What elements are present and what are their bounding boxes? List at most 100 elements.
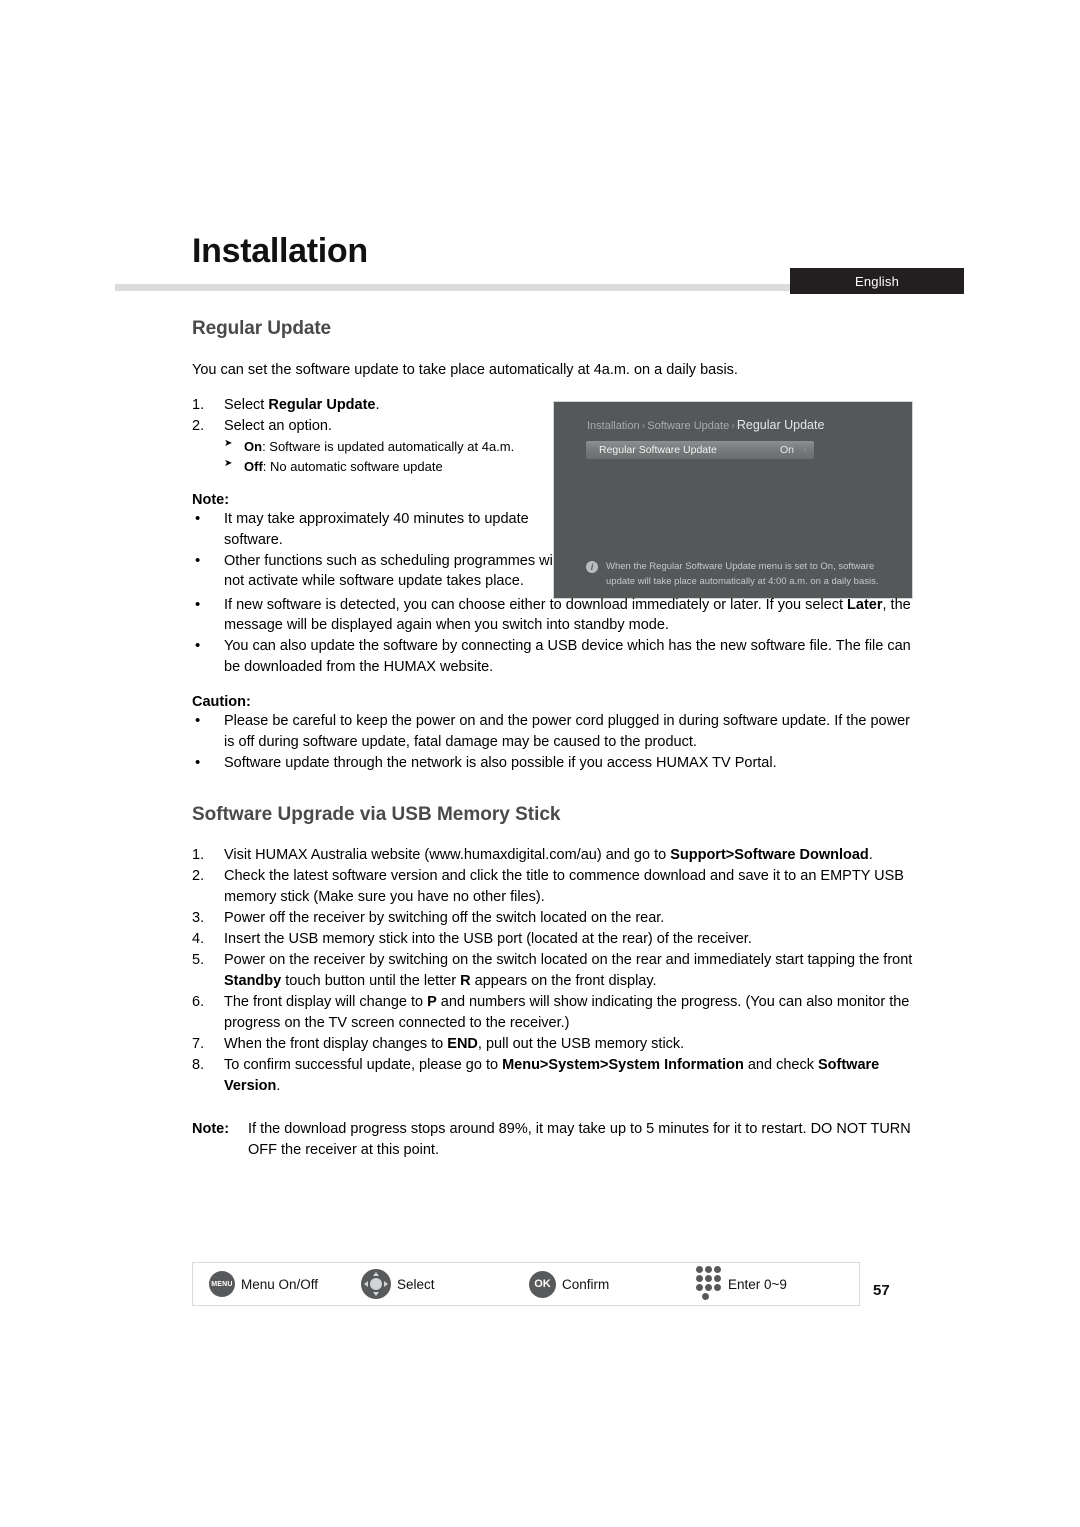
sub-option-text: : Software is updated automatically at 4… <box>262 439 515 455</box>
step-part1: Power off the receiver by switching off … <box>224 909 665 926</box>
legend-label-enter-digits: Enter 0~9 <box>728 1276 787 1292</box>
list-item: ➤ On: Software is updated automatically a… <box>224 437 542 456</box>
arrow-up-icon <box>372 1272 379 1276</box>
list-item: 8. To confirm successful update, please g… <box>192 1055 916 1097</box>
note-block: Note: • It may take approximately 40 minu… <box>192 491 559 593</box>
step-bold1: Menu>System>System Information <box>502 1056 744 1073</box>
remote-key-legend-bar: MENU Menu On/Off Select OK Confirm Enter… <box>192 1262 860 1306</box>
step-text-before: Select <box>224 396 269 413</box>
list-item: 2. Check the latest software version and … <box>192 866 916 908</box>
section-heading-regular-update: Regular Update <box>192 318 332 339</box>
step-part3: . <box>276 1077 281 1094</box>
list-item: • It may take approximately 40 minutes to… <box>192 509 564 551</box>
step-number: 3. <box>192 909 205 926</box>
keypad-row <box>696 1275 722 1282</box>
caution-block: Caution: • Please be careful to keep the … <box>192 694 916 774</box>
arrow-bullet-icon: ➤ <box>224 438 233 450</box>
tv-breadcrumb: Installation › Software Update › Regular Upd… <box>587 418 824 432</box>
arrow-left-icon <box>364 1280 368 1287</box>
step-part1: To confirm successful update, please go … <box>224 1056 503 1073</box>
step-part2: and check <box>743 1056 818 1073</box>
list-item: 6. The front display will change to P and… <box>192 992 916 1034</box>
note-label: Note: <box>192 491 230 508</box>
keypad-dot <box>696 1284 703 1291</box>
list-item: • Please be careful to keep the power on … <box>192 711 916 753</box>
keypad-row <box>696 1284 722 1291</box>
step-number: 2. <box>192 867 205 884</box>
bullet-dot-icon: • <box>195 753 201 771</box>
list-item: 3. Power off the receiver by switching of… <box>192 908 916 929</box>
step-text-after: . <box>375 396 380 413</box>
legend-item-select: Select <box>361 1263 529 1305</box>
chevron-right-icon: › <box>803 444 806 454</box>
bullet-dot-icon: • <box>195 637 201 655</box>
step-bold1: END <box>447 1035 478 1052</box>
bullet-dot-icon: • <box>195 509 201 527</box>
usb-upgrade-steps: 1. Visit HUMAX Australia website (www.hum… <box>192 845 916 1097</box>
page-title: Installation <box>192 232 368 270</box>
note-later-part1: If new software is detected, you can cho… <box>224 596 848 613</box>
note-later-bold: Later <box>847 596 883 613</box>
note-bullet-list-wide: • If new software is detected, you can ch… <box>192 595 916 679</box>
language-tab: English <box>790 268 964 294</box>
content-column: Regular Update You can set the software … <box>192 318 916 1161</box>
numeric-keypad-icon <box>696 1266 722 1302</box>
dpad-center-icon <box>370 1278 382 1290</box>
arrow-down-icon <box>372 1292 379 1296</box>
sub-option-bold: Off <box>244 458 263 474</box>
sub-option-text: : No automatic software update <box>262 458 443 474</box>
list-item: • Other functions such as scheduling prog… <box>192 551 564 593</box>
list-item: • You can also update the software by con… <box>192 636 916 678</box>
note-bullet-list: • It may take approximately 40 minutes to… <box>192 509 559 593</box>
legend-item-enter-digits: Enter 0~9 <box>696 1263 787 1305</box>
arrow-bullet-icon: ➤ <box>224 457 233 469</box>
breadcrumb-separator-icon: › <box>731 419 735 432</box>
list-item: 2. Select an option. ➤ On: Software is upd… <box>192 416 542 475</box>
keypad-dot <box>701 1293 709 1300</box>
step-part1: The front display will change to <box>224 993 428 1010</box>
keypad-row <box>696 1266 722 1273</box>
language-tab-label: English <box>854 273 900 289</box>
section-heading-usb-upgrade: Software Upgrade via USB Memory Stick <box>192 803 561 825</box>
steps-column: 1. Select Regular Update. 2. Select an opt… <box>192 395 559 593</box>
step-text-before: Select an option. <box>224 418 333 435</box>
keypad-dot <box>714 1266 721 1273</box>
bullet-dot-icon: • <box>195 551 201 569</box>
step-part2: , pull out the USB memory stick. <box>477 1035 685 1052</box>
step-text-bold: Regular Update <box>268 396 376 413</box>
bullet-dot-icon: • <box>195 712 201 730</box>
step-part2: . <box>868 846 873 863</box>
info-icon: i <box>586 561 598 574</box>
list-item: 1. Select Regular Update. <box>192 395 542 416</box>
step-part1: When the front display changes to <box>224 1035 448 1052</box>
keypad-dot <box>714 1275 721 1282</box>
caution-bullet-text: Please be careful to keep the power on a… <box>224 713 910 750</box>
keypad-dot <box>696 1266 703 1273</box>
step-part1: Power on the receiver by switching on th… <box>224 951 913 968</box>
tv-info-footer: i When the Regular Software Update menu … <box>586 560 886 589</box>
step-number: 1. <box>192 846 205 863</box>
steps-and-screenshot-row: 1. Select Regular Update. 2. Select an opt… <box>192 395 916 599</box>
step-number: 2. <box>192 418 205 435</box>
tv-info-text: When the Regular Software Update menu is… <box>606 561 879 587</box>
regular-update-steps: 1. Select Regular Update. 2. Select an opt… <box>192 395 542 476</box>
bullet-dot-icon: • <box>195 595 201 613</box>
menu-button-icon: MENU <box>209 1271 235 1297</box>
note-bullet-text: It may take approximately 40 minutes to … <box>224 510 529 548</box>
step-part1: Check the latest software version and cl… <box>224 867 904 905</box>
list-item: 4. Insert the USB memory stick into the U… <box>192 929 916 950</box>
step-bold2: R <box>460 972 471 989</box>
step-number: 5. <box>192 951 205 968</box>
legend-label-confirm: Confirm <box>562 1276 610 1292</box>
step-bold1: Support>Software Download <box>670 846 869 863</box>
final-note-text: If the download progress stops around 89… <box>248 1120 911 1158</box>
keypad-dot <box>696 1275 703 1282</box>
tv-setting-label: Regular Software Update <box>599 443 717 456</box>
list-item: ➤ Off: No automatic software update <box>224 457 542 476</box>
page-number: 57 <box>873 1282 890 1299</box>
list-item: • If new software is detected, you can ch… <box>192 595 916 637</box>
step-number: 4. <box>192 930 205 947</box>
regular-update-intro: You can set the software update to take … <box>192 362 738 378</box>
final-note-label: Note: <box>192 1120 230 1137</box>
keypad-row <box>696 1293 722 1300</box>
